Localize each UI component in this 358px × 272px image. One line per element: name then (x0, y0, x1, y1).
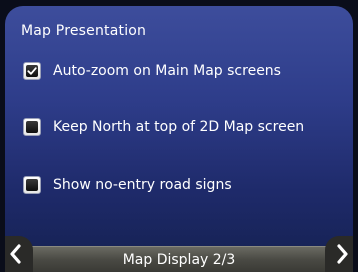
previous-page-button[interactable] (5, 236, 33, 272)
next-page-button[interactable] (325, 236, 353, 272)
page-indicator: Map Display 2/3 (122, 252, 236, 268)
option-no-entry-signs[interactable]: Show no-entry road signs (23, 172, 232, 198)
keep-north-checkbox[interactable] (23, 118, 41, 136)
settings-screen: Map Presentation Auto-zoom on Main Map s… (5, 6, 353, 272)
option-auto-zoom[interactable]: Auto-zoom on Main Map screens (23, 58, 281, 84)
chevron-left-icon (10, 244, 21, 264)
no-entry-signs-label: Show no-entry road signs (53, 177, 232, 193)
keep-north-label: Keep North at top of 2D Map screen (53, 119, 305, 135)
section-title: Map Presentation (21, 23, 147, 39)
auto-zoom-label: Auto-zoom on Main Map screens (53, 63, 281, 79)
auto-zoom-checkbox[interactable] (23, 62, 41, 80)
chevron-right-icon (337, 244, 348, 264)
checkmark-icon (27, 67, 37, 75)
no-entry-signs-checkbox[interactable] (23, 176, 41, 194)
bottom-bar: Map Display 2/3 (5, 246, 353, 272)
option-keep-north[interactable]: Keep North at top of 2D Map screen (23, 114, 304, 140)
